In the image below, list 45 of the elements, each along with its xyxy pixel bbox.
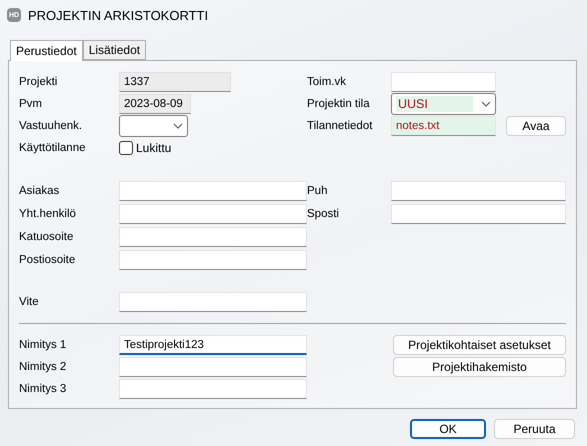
field-label: Toim.vk — [307, 76, 347, 88]
field-label: Projekti — [19, 76, 58, 88]
field-label: Vite — [19, 296, 40, 308]
text-field[interactable] — [119, 180, 307, 200]
text-field[interactable]: 1337 — [119, 72, 231, 92]
field-label: Nimitys 2 — [19, 361, 68, 373]
text-field[interactable] — [391, 204, 566, 224]
text-field[interactable] — [119, 292, 307, 312]
field-label: Projektin tila — [307, 98, 371, 110]
field-label: Katuosoite — [19, 230, 74, 242]
field-label: Yht.henkilö — [19, 208, 77, 220]
dropdown[interactable] — [119, 115, 188, 137]
text-field[interactable] — [391, 180, 566, 200]
field-label: Puh — [307, 184, 328, 196]
field-label: Käyttötilanne — [19, 142, 86, 154]
text-field[interactable]: Testiprojekti123 — [119, 335, 307, 355]
field-label: Sposti — [307, 208, 340, 220]
checkbox[interactable] — [119, 141, 133, 155]
cancel-button[interactable]: Peruuta — [494, 419, 575, 439]
field-label: Pvm — [19, 98, 43, 110]
checkbox-label: Lukittu — [136, 141, 172, 155]
text-field[interactable] — [119, 357, 307, 377]
chevron-down-icon — [481, 101, 491, 107]
text-field[interactable]: 2023-08-09 — [119, 94, 191, 114]
field-label: Nimitys 3 — [19, 383, 68, 395]
chevron-down-icon — [173, 123, 183, 129]
action-button[interactable]: Projektikohtaiset asetukset — [393, 335, 566, 355]
field-label: Postiosoite — [19, 254, 76, 266]
window-title: PROJEKTIN ARKISTOKORTTI — [28, 8, 208, 22]
tab[interactable]: Lisätiedot — [82, 40, 146, 60]
text-field[interactable] — [119, 204, 307, 224]
open-button[interactable]: Avaa — [506, 116, 566, 136]
action-button[interactable]: Projektihakemisto — [393, 357, 566, 377]
field-label: Tilannetiedot — [307, 120, 374, 132]
field-label: Vastuuhenk. — [19, 120, 84, 132]
text-field[interactable] — [119, 226, 307, 246]
text-field[interactable] — [119, 250, 307, 270]
field-label: Asiakas — [19, 184, 60, 196]
field-label: Nimitys 1 — [19, 339, 68, 351]
dropdown[interactable]: UUSI — [391, 93, 496, 115]
text-field[interactable]: notes.txt — [391, 116, 496, 136]
ok-button[interactable]: OK — [410, 419, 486, 439]
tab[interactable]: Perustiedot — [10, 40, 83, 61]
text-field[interactable] — [391, 72, 496, 92]
text-field[interactable] — [119, 379, 307, 399]
